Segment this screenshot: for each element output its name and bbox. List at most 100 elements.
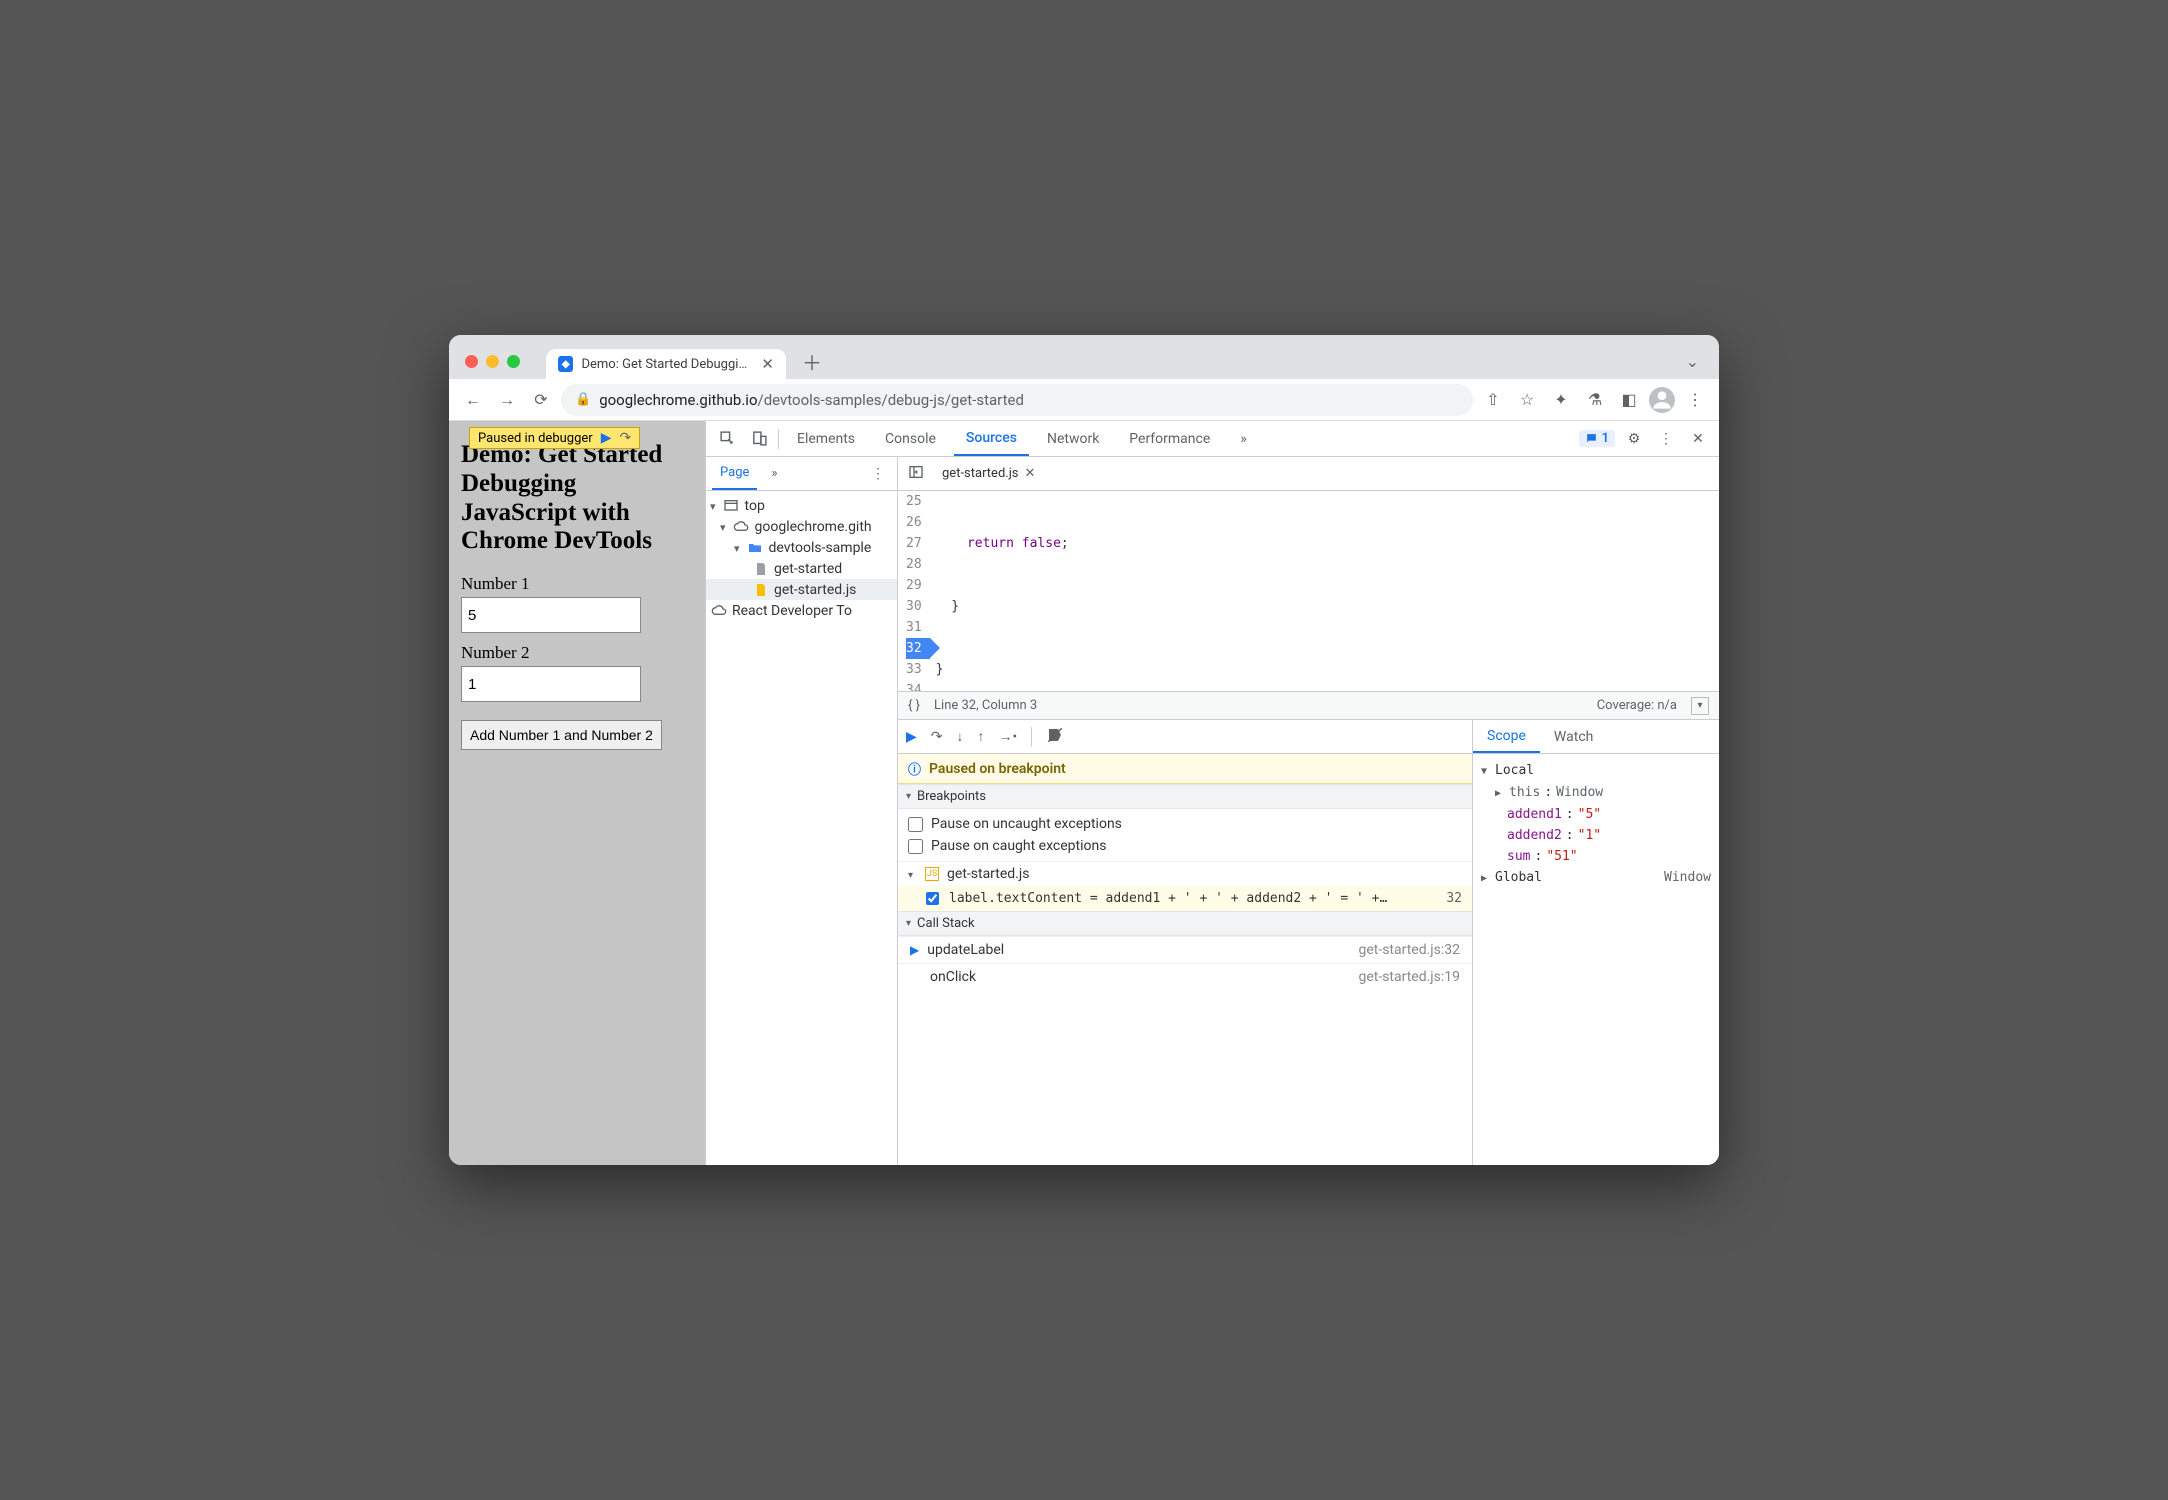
tab-sources[interactable]: Sources bbox=[954, 421, 1029, 456]
close-window-button[interactable] bbox=[465, 355, 478, 368]
content-area: Paused in debugger ▶ ↷ Demo: Get Started… bbox=[449, 421, 1719, 1165]
current-frame-icon: ▶ bbox=[910, 943, 919, 957]
callstack-header[interactable]: Call Stack bbox=[898, 911, 1472, 936]
browser-toolbar: ← → ⟳ 🔒 googlechrome.github.io/devtools-… bbox=[449, 379, 1719, 421]
profile-avatar[interactable] bbox=[1649, 387, 1675, 413]
pause-caught-checkbox[interactable]: Pause on caught exceptions bbox=[908, 835, 1462, 857]
messages-badge[interactable]: 1 bbox=[1579, 430, 1615, 447]
extensions-icon[interactable]: ✦ bbox=[1547, 386, 1575, 414]
pause-uncaught-checkbox[interactable]: Pause on uncaught exceptions bbox=[908, 813, 1462, 835]
labs-icon[interactable]: ⚗ bbox=[1581, 386, 1609, 414]
tab-watch[interactable]: Watch bbox=[1540, 720, 1607, 753]
paused-overlay-label: Paused in debugger bbox=[478, 431, 593, 446]
editor-tab-strip: get-started.js ✕ bbox=[898, 457, 1719, 491]
coverage-toggle-icon[interactable]: ▾ bbox=[1691, 697, 1709, 715]
file-icon bbox=[752, 560, 769, 577]
tab-elements[interactable]: Elements bbox=[785, 421, 867, 456]
step-icon[interactable]: →• bbox=[999, 728, 1018, 745]
close-devtools-icon[interactable]: ✕ bbox=[1685, 426, 1711, 452]
tree-js-file[interactable]: get-started.js bbox=[706, 579, 897, 600]
deactivate-breakpoints-icon[interactable] bbox=[1046, 726, 1064, 748]
overlay-step-icon[interactable]: ↷ bbox=[619, 430, 631, 446]
forward-button[interactable]: → bbox=[493, 386, 521, 414]
number2-input[interactable] bbox=[461, 666, 641, 702]
breakpoint-file-name: get-started.js bbox=[947, 866, 1029, 882]
tab-strip: ◆ Demo: Get Started Debugging ✕ ＋ ⌄ bbox=[449, 335, 1719, 379]
sources-navigator: Page » ⋮ top googlechrome.gith devtools-… bbox=[706, 457, 898, 1165]
editor-tab[interactable]: get-started.js ✕ bbox=[934, 457, 1043, 490]
tab-performance[interactable]: Performance bbox=[1117, 421, 1222, 456]
minimize-window-button[interactable] bbox=[486, 355, 499, 368]
toggle-navigator-icon[interactable] bbox=[904, 464, 928, 484]
scope-this[interactable]: ▶this: Window bbox=[1481, 782, 1711, 804]
tree-folder[interactable]: devtools-sample bbox=[706, 537, 897, 558]
sidepanel-icon[interactable]: ◧ bbox=[1615, 386, 1643, 414]
breakpoint-text: label.textContent = addend1 + ' + ' + ad… bbox=[949, 891, 1436, 906]
overlay-resume-icon[interactable]: ▶ bbox=[601, 430, 612, 446]
browser-tab[interactable]: ◆ Demo: Get Started Debugging ✕ bbox=[546, 349, 786, 379]
scope-global[interactable]: ▶GlobalWindow bbox=[1481, 867, 1711, 889]
format-icon[interactable]: { } bbox=[908, 698, 920, 713]
breakpoint-line-number: 32 bbox=[1446, 891, 1462, 906]
tree-html-file[interactable]: get-started bbox=[706, 558, 897, 579]
step-out-icon[interactable]: ↑ bbox=[978, 728, 985, 745]
bookmark-icon[interactable]: ☆ bbox=[1513, 386, 1541, 414]
scope-var-addend1: addend1: "5" bbox=[1481, 804, 1711, 825]
tab-network[interactable]: Network bbox=[1035, 421, 1111, 456]
tab-scope[interactable]: Scope bbox=[1473, 720, 1540, 753]
number1-input[interactable] bbox=[461, 597, 641, 633]
back-button[interactable]: ← bbox=[459, 386, 487, 414]
close-file-icon[interactable]: ✕ bbox=[1025, 466, 1036, 481]
rendered-page: Paused in debugger ▶ ↷ Demo: Get Started… bbox=[449, 421, 705, 1165]
stack-frame-location: get-started.js:19 bbox=[1358, 969, 1460, 985]
cloud-icon bbox=[710, 602, 727, 619]
devtools-menu-icon[interactable]: ⋮ bbox=[1653, 426, 1679, 452]
tree-extension[interactable]: React Developer To bbox=[706, 600, 897, 621]
number2-label: Number 2 bbox=[461, 643, 693, 663]
code-lines: return false; } } function updateLabel()… bbox=[930, 491, 1719, 691]
breakpoint-toggle[interactable] bbox=[926, 892, 939, 905]
settings-icon[interactable]: ⚙ bbox=[1621, 426, 1647, 452]
cloud-icon bbox=[733, 518, 750, 535]
navigator-more-icon[interactable]: » bbox=[763, 457, 785, 490]
code-editor[interactable]: 25262728 29303132 3334 return false; } }… bbox=[898, 491, 1719, 691]
resume-icon[interactable]: ▶ bbox=[906, 729, 917, 745]
paused-banner-text: Paused on breakpoint bbox=[929, 761, 1066, 777]
close-tab-icon[interactable]: ✕ bbox=[761, 355, 774, 373]
frame-icon bbox=[723, 497, 740, 514]
navigator-tabs: Page » ⋮ bbox=[706, 457, 897, 491]
stack-frame[interactable]: onClick get-started.js:19 bbox=[898, 963, 1472, 990]
scope-local[interactable]: ▼Local bbox=[1481, 760, 1711, 782]
tab-console[interactable]: Console bbox=[873, 421, 948, 456]
new-tab-button[interactable]: ＋ bbox=[802, 347, 822, 376]
line-gutter: 25262728 29303132 3334 bbox=[898, 491, 930, 691]
breakpoints-body: Pause on uncaught exceptions Pause on ca… bbox=[898, 809, 1472, 861]
reload-button[interactable]: ⟳ bbox=[527, 386, 555, 414]
breakpoint-line-row[interactable]: label.textContent = addend1 + ' + ' + ad… bbox=[898, 886, 1472, 911]
messages-count: 1 bbox=[1602, 431, 1609, 446]
scope-var-addend2: addend2: "1" bbox=[1481, 825, 1711, 846]
navigator-tab-page[interactable]: Page bbox=[712, 457, 757, 490]
maximize-window-button[interactable] bbox=[507, 355, 520, 368]
tree-origin[interactable]: googlechrome.gith bbox=[706, 516, 897, 537]
tabs-dropdown-icon[interactable]: ⌄ bbox=[1686, 352, 1699, 371]
inspect-icon[interactable] bbox=[714, 426, 740, 452]
share-icon[interactable]: ⇧ bbox=[1479, 386, 1507, 414]
window-controls bbox=[465, 355, 520, 368]
chrome-menu-icon[interactable]: ⋮ bbox=[1681, 386, 1709, 414]
navigator-menu-icon[interactable]: ⋮ bbox=[865, 461, 891, 487]
url-path: /devtools-samples/debug-js/get-started bbox=[758, 391, 1024, 409]
step-into-icon[interactable]: ↓ bbox=[957, 728, 964, 745]
stack-frame-current[interactable]: ▶ updateLabel get-started.js:32 bbox=[898, 936, 1472, 963]
folder-icon bbox=[747, 539, 764, 556]
tree-top-frame[interactable]: top bbox=[706, 495, 897, 516]
address-bar[interactable]: 🔒 googlechrome.github.io/devtools-sample… bbox=[561, 384, 1473, 416]
more-tabs-icon[interactable]: » bbox=[1228, 421, 1259, 456]
device-toggle-icon[interactable] bbox=[746, 426, 772, 452]
add-button[interactable]: Add Number 1 and Number 2 bbox=[461, 720, 662, 750]
step-over-icon[interactable]: ↷ bbox=[931, 729, 943, 745]
js-file-icon bbox=[752, 581, 769, 598]
paused-banner: ⓘ Paused on breakpoint bbox=[898, 754, 1472, 784]
breakpoint-file-row[interactable]: JS get-started.js bbox=[898, 861, 1472, 886]
breakpoints-header[interactable]: Breakpoints bbox=[898, 784, 1472, 809]
